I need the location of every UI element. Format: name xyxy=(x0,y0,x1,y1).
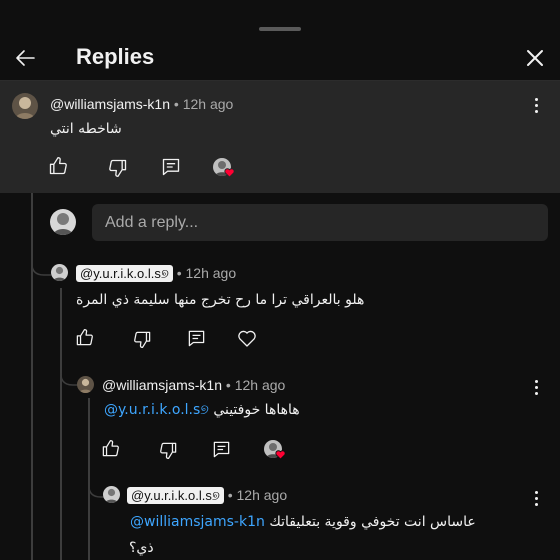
thread-line xyxy=(31,193,33,560)
comment-username[interactable]: @williamsjams-k1n xyxy=(102,377,222,393)
avatar xyxy=(50,209,76,235)
page-title: Replies xyxy=(76,44,155,69)
reply-box[interactable] xyxy=(92,204,548,241)
avatar[interactable] xyxy=(12,93,38,119)
dislike-icon[interactable] xyxy=(159,441,178,460)
thread-branch xyxy=(60,363,78,386)
heart-badge-icon xyxy=(224,168,235,178)
avatar[interactable] xyxy=(103,486,120,503)
more-options-icon[interactable] xyxy=(535,380,539,398)
like-icon[interactable] xyxy=(75,328,94,347)
more-options-icon[interactable] xyxy=(535,491,539,509)
avatar[interactable] xyxy=(77,376,94,393)
heart-badge-icon xyxy=(275,450,286,460)
mention-link[interactable]: @y.u.r.i.k.o.l.s୭ xyxy=(104,402,209,418)
thread-branch xyxy=(31,253,51,276)
drag-handle[interactable] xyxy=(259,27,301,31)
comment-time: • 12h ago xyxy=(176,265,237,281)
comment-text: شاخطه انتي xyxy=(50,121,122,137)
comment-username[interactable]: @y.u.r.i.k.o.l.s୭ xyxy=(76,265,173,282)
reply-icon[interactable] xyxy=(212,440,231,459)
dislike-icon[interactable] xyxy=(108,158,128,178)
comment-text-line2: ذي؟ xyxy=(129,540,154,556)
like-icon[interactable] xyxy=(101,439,120,458)
more-options-icon[interactable] xyxy=(535,98,539,116)
reply-icon[interactable] xyxy=(161,157,181,177)
comment-time: • 12h ago xyxy=(225,377,286,393)
comment-text: عاساس انت تخوفي وقوية بتعليقاتك xyxy=(269,514,476,530)
comment-username[interactable]: @williamsjams-k1n xyxy=(50,96,170,112)
comment-text: هلو بالعراقي ترا ما رح تخرج منها سليمة ذ… xyxy=(76,292,365,308)
back-arrow-icon[interactable] xyxy=(14,46,38,70)
like-icon[interactable] xyxy=(48,156,68,176)
mention-link[interactable]: @williamsjams-k1n xyxy=(130,514,265,530)
reply-icon[interactable] xyxy=(187,329,206,348)
heart-icon[interactable] xyxy=(237,329,257,348)
comment-time: • 12h ago xyxy=(227,487,288,503)
dislike-icon[interactable] xyxy=(133,330,152,349)
reply-input[interactable] xyxy=(92,204,548,241)
thread-line xyxy=(60,288,62,560)
thread-branch xyxy=(88,475,104,498)
close-icon[interactable] xyxy=(523,46,547,70)
comment-text: هاهاها خوفتيني xyxy=(213,402,300,418)
avatar[interactable] xyxy=(51,264,68,281)
comment-time: • 12h ago xyxy=(173,96,234,112)
comment-username[interactable]: @y.u.r.i.k.o.l.s୭ xyxy=(127,487,224,504)
